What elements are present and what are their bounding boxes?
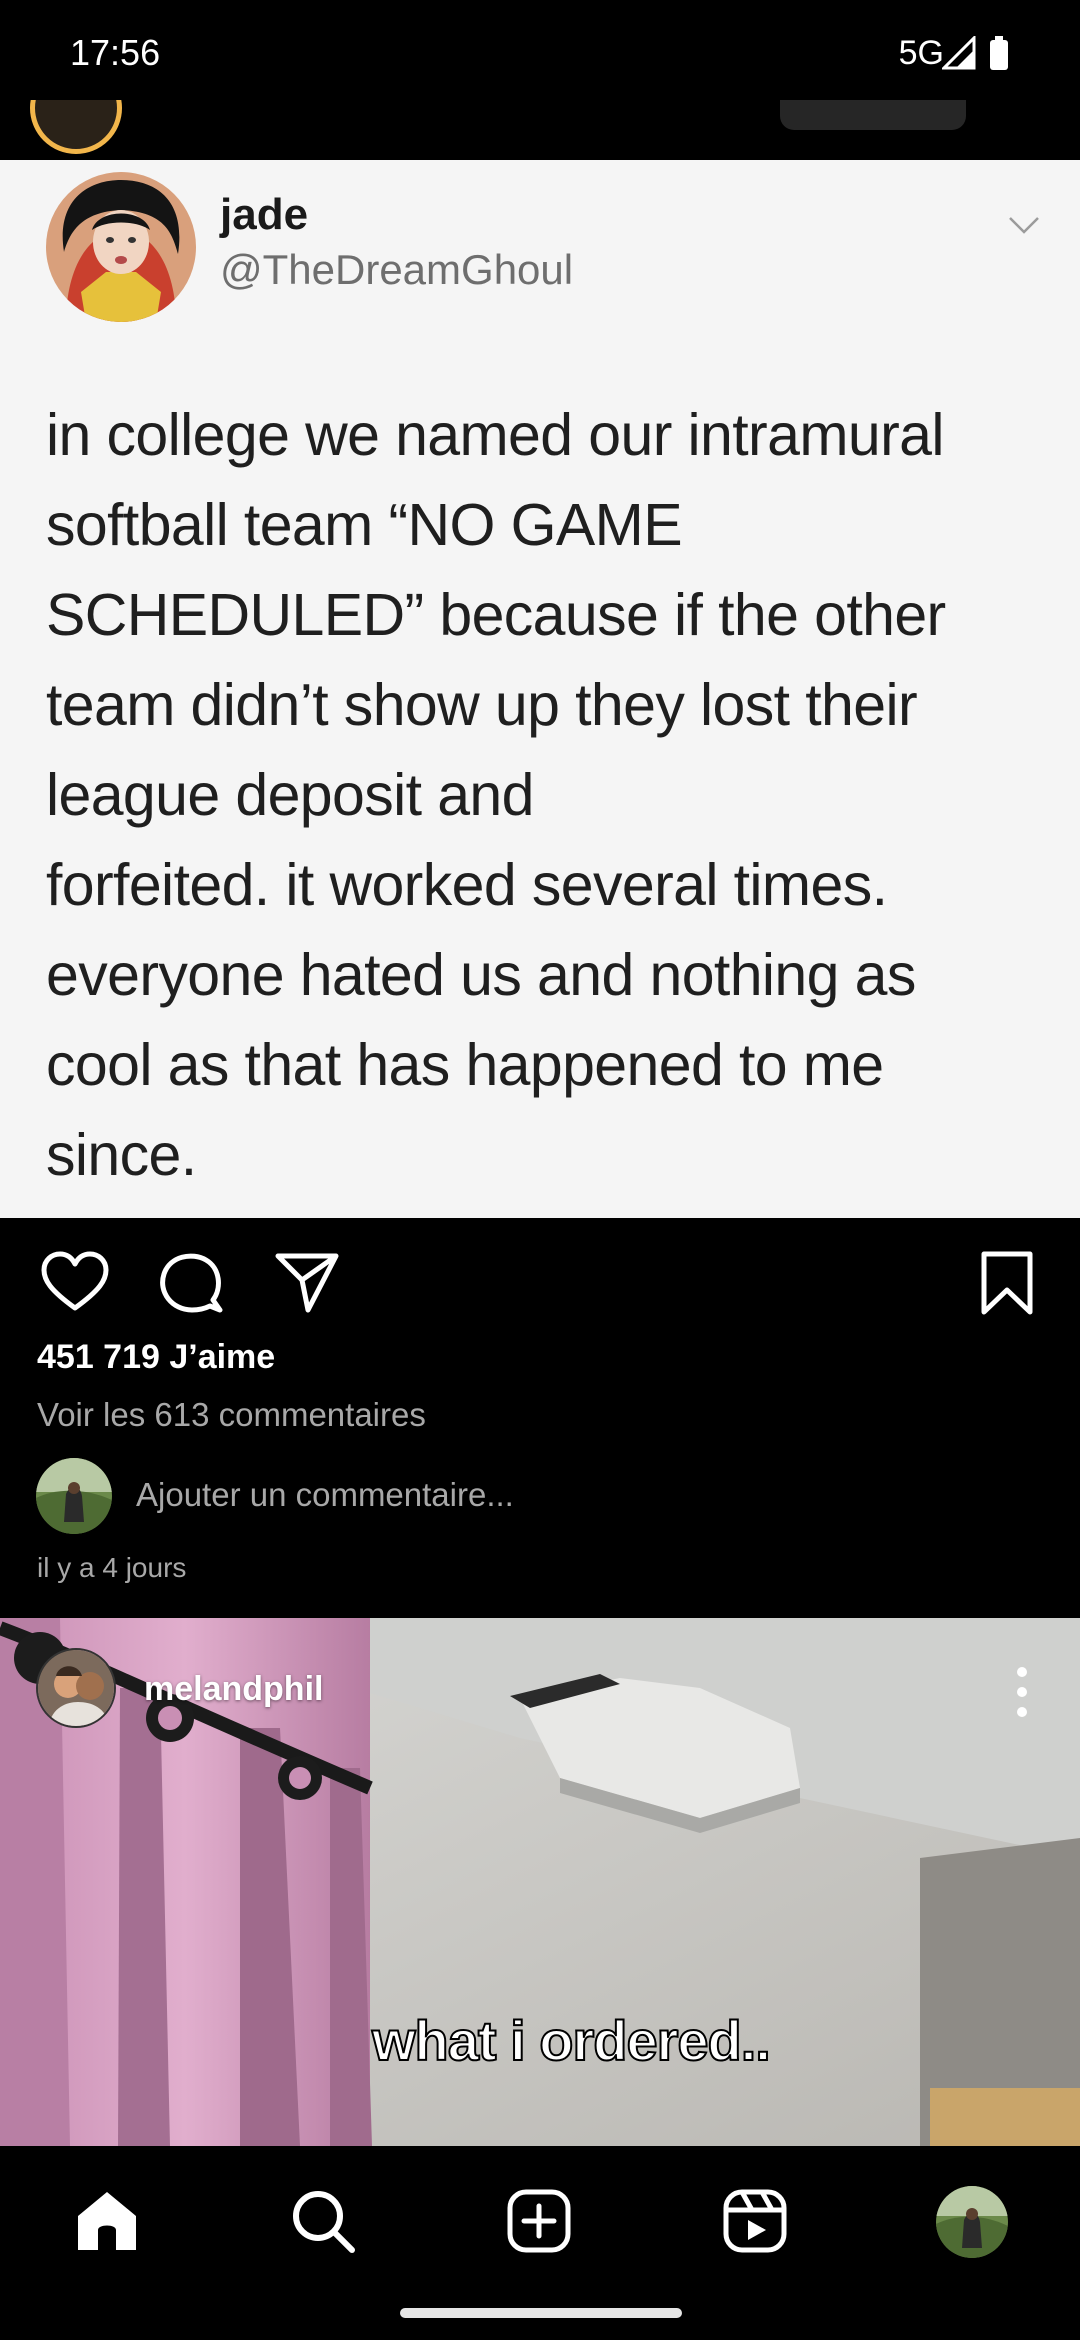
more-options-icon[interactable] <box>1010 1662 1034 1722</box>
previous-post-follow-button[interactable] <box>780 100 966 130</box>
battery-icon <box>990 36 1008 70</box>
tweet-author-avatar <box>46 172 196 322</box>
bookmark-icon[interactable] <box>972 1248 1042 1318</box>
bottom-navigation <box>0 2146 1080 2340</box>
tweet-text: in college we named our intramural softb… <box>46 402 946 1188</box>
status-bar: 17:56 5G <box>0 0 1080 108</box>
previous-post-avatar[interactable] <box>30 100 122 154</box>
next-post-author-avatar[interactable] <box>36 1648 116 1728</box>
video-caption-overlay: what i ordered.. <box>371 2008 772 2073</box>
reels-icon[interactable] <box>720 2186 790 2256</box>
next-post-username[interactable]: melandphil <box>144 1670 323 1709</box>
home-icon[interactable] <box>72 2186 142 2256</box>
add-icon[interactable] <box>504 2186 574 2256</box>
post-timestamp: il y a 4 jours <box>37 1552 187 1583</box>
post-actions: 451 719 J’aime Voir les 613 commentaires… <box>0 1218 1080 1583</box>
view-comments-link[interactable]: Voir les 613 commentaires <box>37 1396 426 1434</box>
next-post-media[interactable]: melandphil what i ordered.. <box>0 1618 1080 2146</box>
current-user-avatar <box>36 1458 112 1534</box>
heart-icon[interactable] <box>40 1248 110 1318</box>
search-icon[interactable] <box>288 2186 358 2256</box>
likes-count[interactable]: 451 719 J’aime <box>37 1338 275 1377</box>
network-type: 5G <box>898 34 944 72</box>
status-time: 17:56 <box>70 32 161 73</box>
send-icon[interactable] <box>272 1248 342 1318</box>
gesture-home-indicator[interactable] <box>400 2308 682 2318</box>
profile-avatar-tab[interactable] <box>936 2186 1008 2258</box>
previous-post-header <box>0 100 1080 160</box>
tweet-author-handle: @TheDreamGhoul <box>220 246 574 293</box>
chevron-down-icon <box>1009 217 1039 234</box>
comment-icon[interactable] <box>156 1248 226 1318</box>
tweet-author-name: jade <box>220 190 309 239</box>
post-image-tweet[interactable]: jade @TheDreamGhoul in college we named … <box>0 160 1080 1218</box>
add-comment-input[interactable]: Ajouter un commentaire... <box>136 1476 514 1514</box>
signal-icon <box>942 36 976 70</box>
